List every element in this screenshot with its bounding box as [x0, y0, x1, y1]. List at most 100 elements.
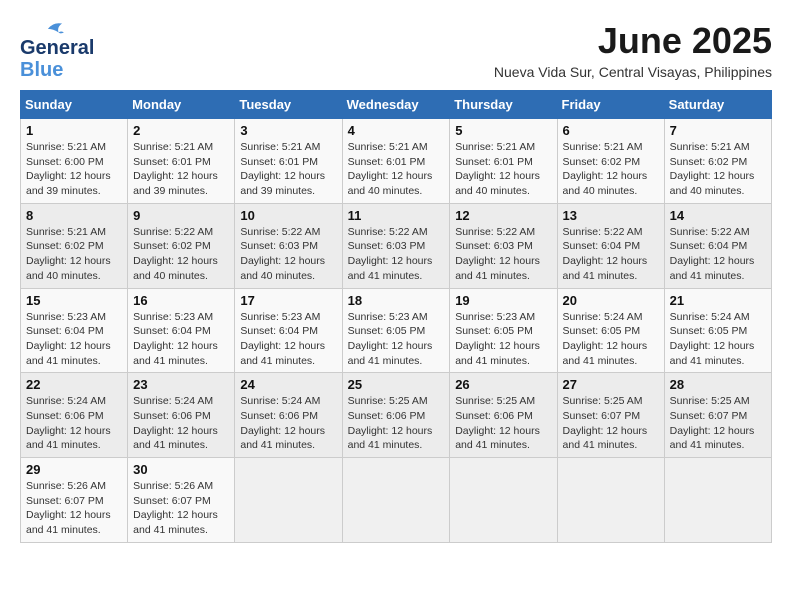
- day-number: 22: [26, 377, 122, 392]
- calendar-day-cell: 7 Sunrise: 5:21 AM Sunset: 6:02 PM Dayli…: [664, 119, 771, 204]
- day-number: 10: [240, 208, 336, 223]
- calendar-day-cell: 28 Sunrise: 5:25 AM Sunset: 6:07 PM Dayl…: [664, 373, 771, 458]
- day-number: 6: [563, 123, 659, 138]
- day-number: 3: [240, 123, 336, 138]
- day-info: Sunrise: 5:24 AM Sunset: 6:06 PM Dayligh…: [133, 394, 229, 453]
- day-info: Sunrise: 5:21 AM Sunset: 6:01 PM Dayligh…: [348, 140, 445, 199]
- calendar-header-row: SundayMondayTuesdayWednesdayThursdayFrid…: [21, 91, 772, 119]
- day-number: 25: [348, 377, 445, 392]
- calendar-day-cell: 1 Sunrise: 5:21 AM Sunset: 6:00 PM Dayli…: [21, 119, 128, 204]
- calendar-day-cell: [450, 458, 557, 543]
- day-info: Sunrise: 5:21 AM Sunset: 6:02 PM Dayligh…: [563, 140, 659, 199]
- calendar-day-cell: 27 Sunrise: 5:25 AM Sunset: 6:07 PM Dayl…: [557, 373, 664, 458]
- day-of-week-header: Tuesday: [235, 91, 342, 119]
- calendar-week-row: 8 Sunrise: 5:21 AM Sunset: 6:02 PM Dayli…: [21, 203, 772, 288]
- calendar-day-cell: 29 Sunrise: 5:26 AM Sunset: 6:07 PM Dayl…: [21, 458, 128, 543]
- month-title: June 2025: [494, 20, 772, 62]
- day-info: Sunrise: 5:22 AM Sunset: 6:02 PM Dayligh…: [133, 225, 229, 284]
- day-info: Sunrise: 5:23 AM Sunset: 6:04 PM Dayligh…: [26, 310, 122, 369]
- calendar-day-cell: 8 Sunrise: 5:21 AM Sunset: 6:02 PM Dayli…: [21, 203, 128, 288]
- calendar-day-cell: 16 Sunrise: 5:23 AM Sunset: 6:04 PM Dayl…: [128, 288, 235, 373]
- calendar-day-cell: 6 Sunrise: 5:21 AM Sunset: 6:02 PM Dayli…: [557, 119, 664, 204]
- calendar-day-cell: 22 Sunrise: 5:24 AM Sunset: 6:06 PM Dayl…: [21, 373, 128, 458]
- day-number: 11: [348, 208, 445, 223]
- day-info: Sunrise: 5:22 AM Sunset: 6:03 PM Dayligh…: [455, 225, 551, 284]
- calendar-day-cell: 4 Sunrise: 5:21 AM Sunset: 6:01 PM Dayli…: [342, 119, 450, 204]
- day-info: Sunrise: 5:25 AM Sunset: 6:07 PM Dayligh…: [670, 394, 766, 453]
- day-number: 5: [455, 123, 551, 138]
- day-info: Sunrise: 5:22 AM Sunset: 6:03 PM Dayligh…: [240, 225, 336, 284]
- day-info: Sunrise: 5:21 AM Sunset: 6:02 PM Dayligh…: [26, 225, 122, 284]
- calendar-day-cell: 13 Sunrise: 5:22 AM Sunset: 6:04 PM Dayl…: [557, 203, 664, 288]
- calendar-day-cell: 2 Sunrise: 5:21 AM Sunset: 6:01 PM Dayli…: [128, 119, 235, 204]
- calendar-table: SundayMondayTuesdayWednesdayThursdayFrid…: [20, 90, 772, 543]
- day-number: 29: [26, 462, 122, 477]
- day-info: Sunrise: 5:21 AM Sunset: 6:01 PM Dayligh…: [455, 140, 551, 199]
- calendar-week-row: 29 Sunrise: 5:26 AM Sunset: 6:07 PM Dayl…: [21, 458, 772, 543]
- day-number: 14: [670, 208, 766, 223]
- day-info: Sunrise: 5:26 AM Sunset: 6:07 PM Dayligh…: [26, 479, 122, 538]
- day-info: Sunrise: 5:21 AM Sunset: 6:00 PM Dayligh…: [26, 140, 122, 199]
- calendar-day-cell: 17 Sunrise: 5:23 AM Sunset: 6:04 PM Dayl…: [235, 288, 342, 373]
- day-number: 7: [670, 123, 766, 138]
- calendar-body: 1 Sunrise: 5:21 AM Sunset: 6:00 PM Dayli…: [21, 119, 772, 543]
- day-info: Sunrise: 5:24 AM Sunset: 6:06 PM Dayligh…: [240, 394, 336, 453]
- calendar-week-row: 15 Sunrise: 5:23 AM Sunset: 6:04 PM Dayl…: [21, 288, 772, 373]
- day-info: Sunrise: 5:22 AM Sunset: 6:03 PM Dayligh…: [348, 225, 445, 284]
- day-info: Sunrise: 5:24 AM Sunset: 6:05 PM Dayligh…: [670, 310, 766, 369]
- day-number: 24: [240, 377, 336, 392]
- day-number: 21: [670, 293, 766, 308]
- day-number: 1: [26, 123, 122, 138]
- calendar-day-cell: [235, 458, 342, 543]
- day-number: 28: [670, 377, 766, 392]
- calendar-day-cell: [557, 458, 664, 543]
- day-info: Sunrise: 5:23 AM Sunset: 6:05 PM Dayligh…: [455, 310, 551, 369]
- calendar-day-cell: 11 Sunrise: 5:22 AM Sunset: 6:03 PM Dayl…: [342, 203, 450, 288]
- calendar-day-cell: 21 Sunrise: 5:24 AM Sunset: 6:05 PM Dayl…: [664, 288, 771, 373]
- day-number: 30: [133, 462, 229, 477]
- day-of-week-header: Thursday: [450, 91, 557, 119]
- calendar-day-cell: 5 Sunrise: 5:21 AM Sunset: 6:01 PM Dayli…: [450, 119, 557, 204]
- day-info: Sunrise: 5:25 AM Sunset: 6:06 PM Dayligh…: [348, 394, 445, 453]
- day-number: 9: [133, 208, 229, 223]
- day-number: 12: [455, 208, 551, 223]
- calendar-day-cell: 3 Sunrise: 5:21 AM Sunset: 6:01 PM Dayli…: [235, 119, 342, 204]
- calendar-day-cell: [664, 458, 771, 543]
- day-info: Sunrise: 5:23 AM Sunset: 6:05 PM Dayligh…: [348, 310, 445, 369]
- day-number: 15: [26, 293, 122, 308]
- day-info: Sunrise: 5:22 AM Sunset: 6:04 PM Dayligh…: [563, 225, 659, 284]
- day-info: Sunrise: 5:23 AM Sunset: 6:04 PM Dayligh…: [240, 310, 336, 369]
- day-info: Sunrise: 5:25 AM Sunset: 6:07 PM Dayligh…: [563, 394, 659, 453]
- day-info: Sunrise: 5:26 AM Sunset: 6:07 PM Dayligh…: [133, 479, 229, 538]
- calendar-day-cell: 14 Sunrise: 5:22 AM Sunset: 6:04 PM Dayl…: [664, 203, 771, 288]
- day-of-week-header: Wednesday: [342, 91, 450, 119]
- calendar-day-cell: 19 Sunrise: 5:23 AM Sunset: 6:05 PM Dayl…: [450, 288, 557, 373]
- day-info: Sunrise: 5:21 AM Sunset: 6:02 PM Dayligh…: [670, 140, 766, 199]
- calendar-day-cell: 25 Sunrise: 5:25 AM Sunset: 6:06 PM Dayl…: [342, 373, 450, 458]
- day-number: 18: [348, 293, 445, 308]
- day-info: Sunrise: 5:24 AM Sunset: 6:05 PM Dayligh…: [563, 310, 659, 369]
- calendar-day-cell: 26 Sunrise: 5:25 AM Sunset: 6:06 PM Dayl…: [450, 373, 557, 458]
- day-number: 23: [133, 377, 229, 392]
- day-number: 19: [455, 293, 551, 308]
- day-info: Sunrise: 5:21 AM Sunset: 6:01 PM Dayligh…: [133, 140, 229, 199]
- day-number: 20: [563, 293, 659, 308]
- day-info: Sunrise: 5:24 AM Sunset: 6:06 PM Dayligh…: [26, 394, 122, 453]
- day-info: Sunrise: 5:23 AM Sunset: 6:04 PM Dayligh…: [133, 310, 229, 369]
- calendar-day-cell: 12 Sunrise: 5:22 AM Sunset: 6:03 PM Dayl…: [450, 203, 557, 288]
- day-number: 16: [133, 293, 229, 308]
- day-info: Sunrise: 5:22 AM Sunset: 6:04 PM Dayligh…: [670, 225, 766, 284]
- calendar-day-cell: 15 Sunrise: 5:23 AM Sunset: 6:04 PM Dayl…: [21, 288, 128, 373]
- calendar-day-cell: 9 Sunrise: 5:22 AM Sunset: 6:02 PM Dayli…: [128, 203, 235, 288]
- day-number: 4: [348, 123, 445, 138]
- calendar-day-cell: 18 Sunrise: 5:23 AM Sunset: 6:05 PM Dayl…: [342, 288, 450, 373]
- day-info: Sunrise: 5:25 AM Sunset: 6:06 PM Dayligh…: [455, 394, 551, 453]
- calendar-day-cell: 20 Sunrise: 5:24 AM Sunset: 6:05 PM Dayl…: [557, 288, 664, 373]
- day-of-week-header: Friday: [557, 91, 664, 119]
- day-number: 26: [455, 377, 551, 392]
- calendar-day-cell: 10 Sunrise: 5:22 AM Sunset: 6:03 PM Dayl…: [235, 203, 342, 288]
- logo-blue: Blue: [20, 60, 63, 80]
- logo: General Blue: [20, 20, 64, 80]
- location-subtitle: Nueva Vida Sur, Central Visayas, Philipp…: [494, 64, 772, 80]
- page-header: General Blue June 2025 Nueva Vida Sur, C…: [20, 20, 772, 80]
